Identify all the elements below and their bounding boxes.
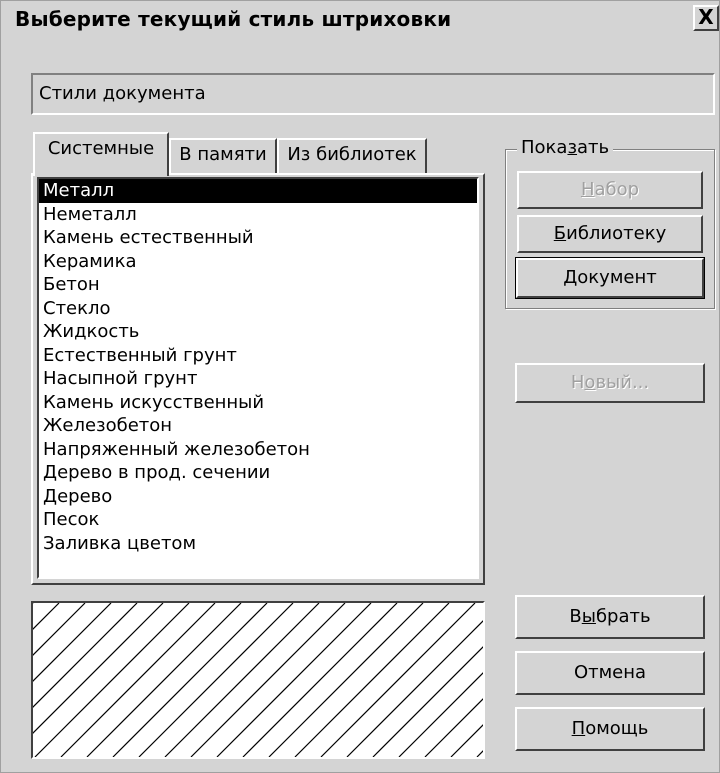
set-button-mnemonic: Н	[580, 179, 595, 200]
new-button-part: Н	[570, 372, 585, 393]
library-button-label: иблиотеку	[566, 223, 667, 244]
select-button-part: В	[569, 606, 582, 627]
hatch-line	[346, 620, 483, 757]
library-button-mnemonic: Б	[553, 223, 567, 244]
hatch-line	[320, 603, 476, 757]
tab-from-libraries[interactable]: Из библиотек	[277, 138, 427, 174]
help-button-label: омощь	[585, 718, 649, 739]
hatch-line	[268, 603, 424, 757]
hatch-line	[372, 646, 483, 757]
close-icon: X	[698, 5, 714, 29]
document-button[interactable]: Документ	[515, 257, 705, 299]
show-label-part: Пока	[521, 137, 568, 158]
hatch-style-dialog: Выберите текущий стиль штриховки X Стили…	[0, 0, 720, 773]
hatch-style-list[interactable]: Металл Неметалл Камень естественный Керамик…	[37, 177, 479, 579]
list-item[interactable]: Дерево	[39, 485, 477, 509]
document-styles-field[interactable]: Стили документа	[31, 73, 715, 115]
hatch-line	[60, 603, 216, 757]
hatch-preview	[31, 601, 485, 759]
hatch-line	[86, 603, 242, 757]
show-label-mnemonic: з	[567, 137, 578, 158]
hatch-line	[138, 603, 294, 757]
list-item[interactable]: Стекло	[39, 297, 477, 321]
tab-system[interactable]: Системные	[33, 132, 169, 176]
hatch-line	[216, 603, 372, 757]
hatch-line	[190, 603, 346, 757]
set-button-label: абор	[594, 179, 640, 200]
new-button-mnemonic: о	[584, 372, 596, 393]
document-button-label: окумент	[577, 267, 657, 288]
tab-in-memory[interactable]: В памяти	[169, 138, 277, 174]
hatch-line	[33, 603, 138, 708]
help-button[interactable]: Помощь	[515, 707, 705, 751]
hatch-pattern-preview	[33, 603, 483, 757]
select-button-mnemonic: ы	[581, 606, 596, 627]
hatch-line	[33, 603, 164, 734]
hatch-line	[112, 603, 268, 757]
library-button[interactable]: Библиотеку	[517, 215, 703, 253]
select-button[interactable]: Выбрать	[515, 595, 705, 639]
list-item[interactable]: Металл	[39, 179, 477, 203]
list-item[interactable]: Бетон	[39, 273, 477, 297]
hatch-line	[242, 603, 398, 757]
list-item[interactable]: Керамика	[39, 250, 477, 274]
help-button-mnemonic: П	[571, 718, 586, 739]
show-group-label: Показать	[517, 137, 614, 158]
list-item[interactable]: Железобетон	[39, 414, 477, 438]
dialog-title: Выберите текущий стиль штриховки	[15, 7, 452, 31]
list-item[interactable]: Жидкость	[39, 320, 477, 344]
list-item[interactable]: Камень искусственный	[39, 391, 477, 415]
list-item[interactable]: Напряженный железобетон	[39, 438, 477, 462]
tab-panel: Металл Неметалл Камень естественный Керамик…	[31, 173, 485, 585]
cancel-button[interactable]: Отмена	[515, 651, 705, 695]
list-item[interactable]: Заливка цветом	[39, 532, 477, 556]
new-button[interactable]: Новый...	[515, 363, 705, 403]
hatch-line	[398, 672, 483, 757]
close-button[interactable]: X	[693, 5, 719, 31]
hatch-line	[294, 603, 450, 757]
list-item[interactable]: Песок	[39, 508, 477, 532]
list-item[interactable]: Дерево в прод. сечении	[39, 461, 477, 485]
hatch-line	[34, 603, 190, 757]
document-button-mnemonic: Д	[563, 267, 578, 288]
title-bar[interactable]: Выберите текущий стиль штриховки X	[1, 1, 719, 35]
set-button[interactable]: Набор	[517, 171, 703, 209]
new-button-part-end: вый...	[595, 372, 650, 393]
select-button-part-end: брать	[595, 606, 651, 627]
hatch-line	[33, 603, 86, 656]
list-item[interactable]: Неметалл	[39, 203, 477, 227]
hatch-line	[164, 603, 320, 757]
list-item[interactable]: Насыпной грунт	[39, 367, 477, 391]
list-item[interactable]: Камень естественный	[39, 226, 477, 250]
list-item[interactable]: Естественный грунт	[39, 344, 477, 368]
show-label-part-end: ать	[577, 137, 610, 158]
hatch-line	[33, 603, 60, 630]
hatch-line	[33, 603, 112, 682]
